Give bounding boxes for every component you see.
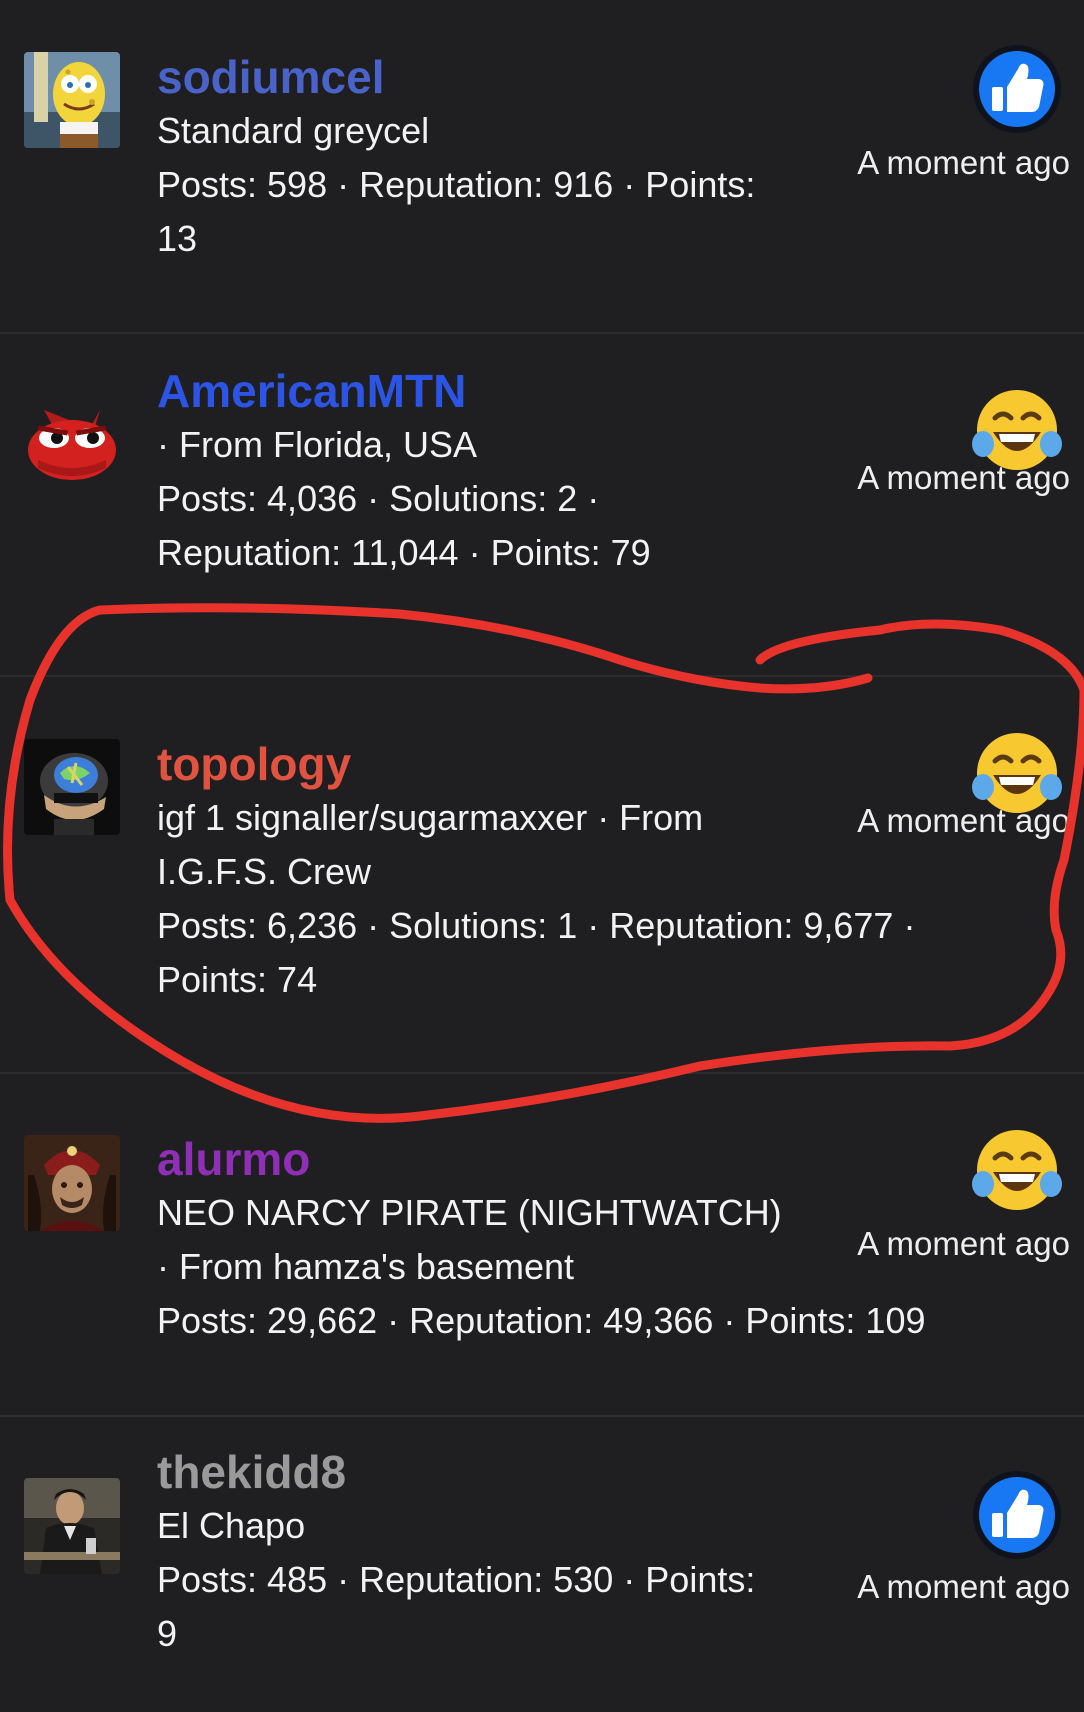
user-title: NEO NARCY PIRATE (NIGHTWATCH): [157, 1192, 782, 1233]
reaction-time: A moment ago: [857, 1568, 1070, 1605]
reaction-details: alurmo NEO NARCY PIRATE (NIGHTWATCH) · F…: [157, 1132, 926, 1348]
reactions-list: sodiumcel Standard greycel Posts: 598 · …: [0, 0, 1084, 1712]
thumbs-up-icon: [971, 43, 1063, 135]
username-link[interactable]: alurmo: [157, 1132, 807, 1186]
list-item[interactable]: thekidd8 El Chapo Posts: 485 · Reputatio…: [0, 1417, 1084, 1712]
user-stats: Posts: 29,662 · Reputation: 49,366 · Poi…: [157, 1300, 926, 1341]
user-stats: 13: [157, 218, 198, 259]
reaction-time: A moment ago: [857, 459, 1070, 496]
avatar[interactable]: [24, 1135, 120, 1231]
red-pepe-avatar-icon: [24, 392, 120, 488]
reaction-time: A moment ago: [857, 1225, 1070, 1262]
reaction-time: A moment ago: [857, 144, 1070, 181]
reaction-details: topology igf 1 signaller/sugarmaxxer · F…: [157, 737, 915, 1007]
thumbs-up-icon: [971, 1469, 1063, 1561]
user-stats: Reputation: 11,044 · Points: 79: [157, 532, 651, 573]
brain-head-avatar-icon: [24, 739, 120, 835]
avatar[interactable]: [24, 739, 120, 835]
user-title: Standard greycel: [157, 110, 430, 151]
reaction-time: A moment ago: [857, 802, 1070, 839]
laughing-crying-icon: [971, 1126, 1063, 1218]
user-title: igf 1 signaller/sugarmaxxer · From: [157, 797, 704, 838]
user-title: I.G.F.S. Crew: [157, 851, 372, 892]
list-item[interactable]: topology igf 1 signaller/sugarmaxxer · F…: [0, 677, 1084, 1074]
user-location: · From hamza's basement: [157, 1246, 575, 1287]
username-link[interactable]: thekidd8: [157, 1445, 807, 1499]
user-location: · From Florida, USA: [157, 424, 478, 465]
user-stats: Posts: 598 · Reputation: 916 · Points:: [157, 164, 756, 205]
list-item[interactable]: alurmo NEO NARCY PIRATE (NIGHTWATCH) · F…: [0, 1074, 1084, 1417]
list-item[interactable]: sodiumcel Standard greycel Posts: 598 · …: [0, 0, 1084, 334]
username-link[interactable]: topology: [157, 737, 807, 791]
username-link[interactable]: sodiumcel: [157, 50, 807, 104]
user-stats: Posts: 6,236 · Solutions: 1 · Reputation…: [157, 905, 916, 946]
avatar[interactable]: [24, 1478, 120, 1574]
user-stats: Points: 74: [157, 959, 318, 1000]
scarface-avatar-icon: [24, 1478, 120, 1574]
username-link[interactable]: AmericanMTN: [157, 364, 807, 418]
spongebob-avatar-icon: [24, 52, 120, 148]
list-item[interactable]: AmericanMTN · From Florida, USA Posts: 4…: [0, 334, 1084, 677]
avatar[interactable]: [24, 392, 120, 488]
user-stats: Posts: 485 · Reputation: 530 · Points:: [157, 1559, 756, 1600]
reaction-details: AmericanMTN · From Florida, USA Posts: 4…: [157, 364, 807, 580]
avatar[interactable]: [24, 52, 120, 148]
reaction-details: sodiumcel Standard greycel Posts: 598 · …: [157, 50, 807, 266]
user-stats: Posts: 4,036 · Solutions: 2 ·: [157, 478, 600, 519]
user-title: El Chapo: [157, 1505, 306, 1546]
user-stats: 9: [157, 1613, 178, 1654]
vlad-portrait-avatar-icon: [24, 1135, 120, 1231]
reaction-details: thekidd8 El Chapo Posts: 485 · Reputatio…: [157, 1445, 807, 1661]
